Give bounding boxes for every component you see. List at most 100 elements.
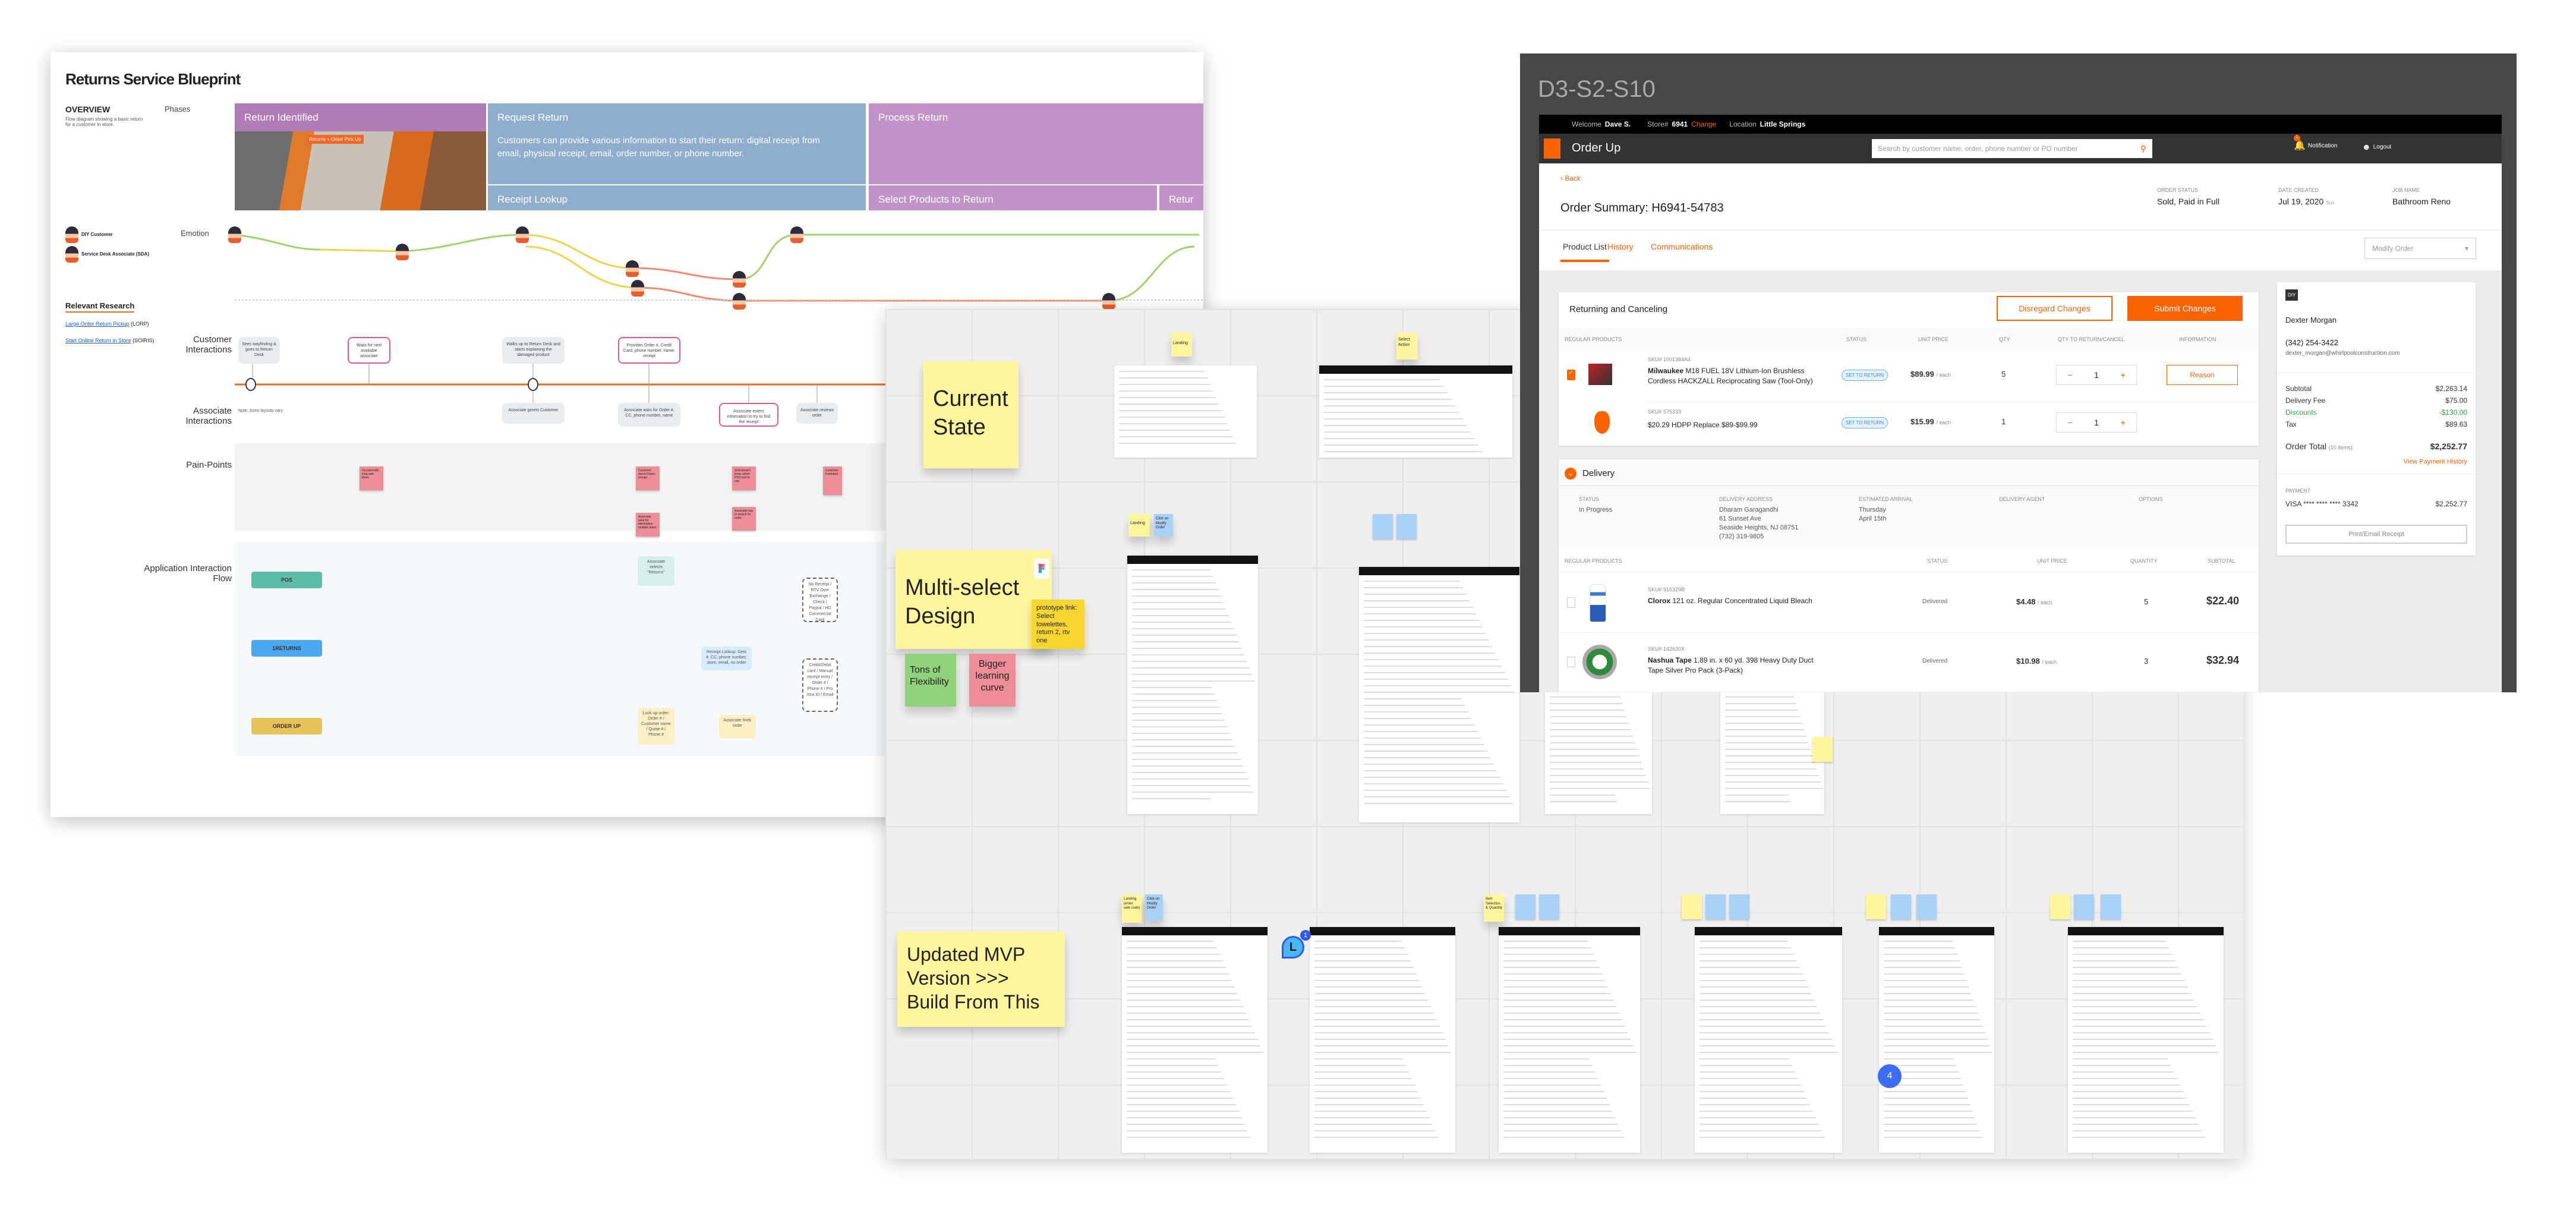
summary-label: Tax xyxy=(2285,420,2297,428)
thumbnail-row xyxy=(1503,960,1597,961)
sticky-current-state[interactable]: Current State xyxy=(923,361,1019,468)
thumbnail-row xyxy=(1364,796,1510,797)
design-screen-thumbnail[interactable] xyxy=(1114,365,1257,458)
sticky-note[interactable] xyxy=(1916,894,1937,919)
sticky-note[interactable] xyxy=(1682,894,1702,919)
thumbnail-row xyxy=(1132,628,1234,629)
thumbnail-row xyxy=(1324,392,1448,393)
sticky-note[interactable] xyxy=(1866,894,1886,919)
link-text[interactable]: Start Online Return in Store xyxy=(65,338,131,343)
payment-card: VISA **** **** **** 3342 $2,252.77 xyxy=(2285,500,2467,508)
sticky-multi-select-design[interactable]: Multi-select Design xyxy=(896,550,1052,649)
design-screen-thumbnail[interactable] xyxy=(1319,365,1512,458)
sticky-note[interactable] xyxy=(2074,894,2094,919)
sticky-updated-mvp[interactable]: Updated MVP Version >>> Build From This xyxy=(897,932,1065,1027)
design-screen-thumbnail[interactable] xyxy=(1127,556,1258,814)
collaborator-count-bubble[interactable]: 4 xyxy=(1878,1064,1902,1088)
submit-changes-button[interactable]: Submit Changes xyxy=(2127,296,2243,321)
thumbnail-row xyxy=(1550,703,1623,704)
modify-order-dropdown[interactable]: Modify Order ▾ xyxy=(2364,238,2476,259)
research-link-lorp[interactable]: Large Order Return Pickup (LORP) xyxy=(65,321,149,327)
sticky-label[interactable]: Select Action xyxy=(1396,333,1418,360)
link-text[interactable]: Large Order Return Pickup xyxy=(65,321,130,327)
sticky-note[interactable] xyxy=(1729,894,1749,919)
sticky-note[interactable] xyxy=(1812,737,1833,762)
search-icon[interactable]: ⚲ xyxy=(2140,144,2146,154)
sticky-label[interactable]: Landing (enter sale code) xyxy=(1122,894,1142,923)
sticky-note[interactable] xyxy=(1515,894,1535,919)
return-qty-stepper[interactable]: − 1 + xyxy=(2056,365,2137,385)
sticky-label[interactable]: Landing xyxy=(1171,333,1192,357)
view-payment-history-link[interactable]: View Payment History xyxy=(2404,458,2467,465)
thumbnail-row xyxy=(1132,667,1250,669)
back-link[interactable]: ‹ Back xyxy=(1560,174,1581,182)
thumbnail-row xyxy=(2073,1065,2171,1066)
sticky-note[interactable] xyxy=(2101,894,2121,919)
print-receipt-button[interactable]: Print/Email Receipt xyxy=(2285,525,2467,544)
thumbnail-row xyxy=(1364,685,1512,686)
return-qty-stepper[interactable]: − 1 + xyxy=(2056,412,2137,433)
design-screen-thumbnail[interactable] xyxy=(2068,927,2224,1153)
logo-icon[interactable] xyxy=(1544,138,1560,159)
design-screen-thumbnail[interactable] xyxy=(1545,671,1652,814)
design-screen-thumbnail[interactable] xyxy=(1359,567,1519,822)
design-screen-thumbnail[interactable] xyxy=(1499,927,1640,1153)
thumbnail-row xyxy=(1884,1000,1974,1001)
thumbnail-row xyxy=(1700,1104,1810,1105)
design-screen-thumbnail[interactable] xyxy=(1122,927,1267,1153)
figma-icon[interactable] xyxy=(1034,559,1049,579)
tab-communications[interactable]: Communications xyxy=(1651,242,1713,251)
date-created: DATE CREATED Jul 19, 2020 Sun xyxy=(2278,187,2334,206)
reason-button[interactable]: Reason xyxy=(2167,365,2238,385)
thumbnail-row xyxy=(1884,1104,1970,1105)
row-checkbox[interactable] xyxy=(1567,657,1575,667)
thumbnail-row xyxy=(1132,700,1217,701)
minus-icon[interactable]: − xyxy=(2067,418,2072,427)
search-input[interactable]: Search by customer name, order, phone nu… xyxy=(1872,139,2152,158)
design-screen-thumbnail[interactable] xyxy=(1695,927,1842,1153)
thumbnail-row xyxy=(1314,1065,1407,1066)
plus-icon[interactable]: + xyxy=(2121,418,2126,427)
sticky-note[interactable] xyxy=(1373,514,1393,539)
row-checkbox[interactable] xyxy=(1567,597,1575,608)
thumbnail-row xyxy=(1884,993,1972,994)
delivery-info-column: ESTIMATED ARRIVAL Thursday April 15th xyxy=(1859,496,1989,524)
thumbnail-row xyxy=(1503,1052,1637,1053)
disregard-changes-button[interactable]: Disregard Changes xyxy=(1997,296,2112,321)
sticky-label[interactable]: Landing xyxy=(1128,514,1150,537)
notification-button[interactable]: 🔔 1 Notification xyxy=(2294,135,2337,152)
sticky-note[interactable] xyxy=(1705,894,1726,919)
thumbnail-row xyxy=(2073,1130,2202,1131)
minus-icon[interactable]: − xyxy=(2067,370,2072,380)
sticky-prototype-link[interactable]: prototype link: Select towelettes, retur… xyxy=(1032,600,1084,649)
thumbnail-row xyxy=(1503,1032,1628,1033)
thumbnail-row xyxy=(1119,384,1210,385)
tab-product-list[interactable]: Product List xyxy=(1560,242,1609,262)
tab-history[interactable]: History xyxy=(1607,242,1634,251)
change-store-link[interactable]: Change xyxy=(1691,120,1716,128)
sticky-note[interactable] xyxy=(1539,894,1559,919)
customer-name: Dexter Morgan xyxy=(2285,316,2337,324)
design-screen-thumbnail[interactable] xyxy=(1310,927,1455,1153)
plus-icon[interactable]: + xyxy=(2121,370,2126,380)
row-checkbox-checked[interactable]: ✓ xyxy=(1567,370,1575,380)
thumbnail-row xyxy=(2073,1000,2195,1001)
sticky-note[interactable] xyxy=(1891,894,1911,919)
sticky-note[interactable] xyxy=(2050,894,2070,919)
sticky-con[interactable]: Bigger learning curve xyxy=(969,654,1016,707)
thumbnail-row xyxy=(1127,1078,1225,1079)
design-screen-thumbnail[interactable] xyxy=(1720,671,1824,814)
design-screen-thumbnail[interactable] xyxy=(1879,927,1994,1153)
thumbnail-row xyxy=(1700,1130,1822,1131)
collapse-chevron-icon[interactable]: ⌄ xyxy=(1565,468,1577,480)
thumbnail-row xyxy=(1132,622,1232,623)
sticky-pro[interactable]: Tons of Flexibility xyxy=(905,654,956,707)
logout-button[interactable]: ☻ Logout xyxy=(2362,142,2391,152)
research-link-soiris[interactable]: Start Online Return in Store (SOIRIS) xyxy=(65,338,155,343)
sticky-label[interactable]: Item Selection & Quantity xyxy=(1484,894,1504,922)
sticky-label[interactable]: Click on Modify Order xyxy=(1145,894,1163,920)
thumbnail-row xyxy=(1700,1065,1793,1066)
sticky-note[interactable] xyxy=(1396,514,1417,539)
thumbnail-row xyxy=(1127,1032,1255,1033)
sticky-label[interactable]: Click on Modify Order xyxy=(1154,514,1173,537)
